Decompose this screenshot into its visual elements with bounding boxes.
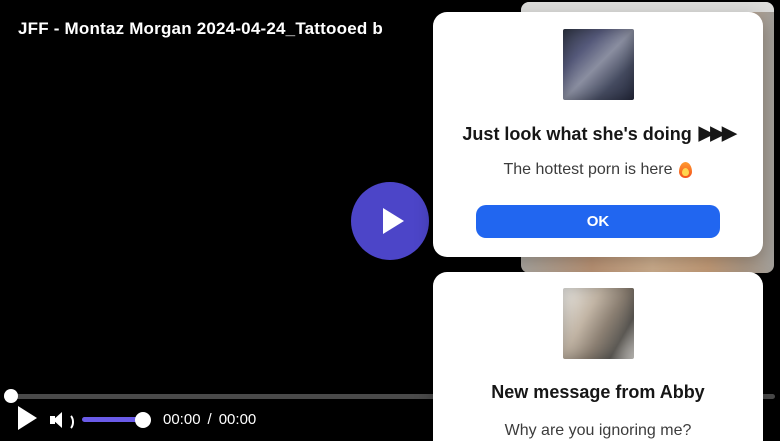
message-heading: New message from Abby: [491, 379, 704, 405]
play-icon: [383, 208, 404, 234]
time-display: 00:00 / 00:00: [163, 411, 256, 428]
fire-icon: [679, 162, 692, 178]
fast-forward-icon: ▶▶▶: [699, 122, 734, 146]
message-subtitle: Why are you ignoring me?: [505, 421, 692, 441]
offer-thumbnail-image: [563, 29, 634, 100]
offer-heading: Just look what she's doing ▶▶▶: [462, 122, 733, 146]
popup-message[interactable]: New message from Abby Why are you ignori…: [433, 272, 763, 441]
play-button[interactable]: [18, 406, 37, 430]
progress-thumb[interactable]: [4, 389, 18, 403]
popup-offer[interactable]: Just look what she's doing ▶▶▶ The hotte…: [433, 12, 763, 257]
ok-button[interactable]: OK: [476, 205, 720, 238]
background-ad-top-edge: [521, 2, 774, 12]
big-play-button[interactable]: [351, 182, 429, 260]
video-page: JFF - Montaz Morgan 2024-04-24_Tattooed …: [0, 0, 780, 441]
time-separator: /: [208, 411, 212, 428]
mute-button[interactable]: [50, 409, 72, 431]
duration: 00:00: [219, 411, 257, 428]
current-time: 00:00: [163, 411, 201, 428]
offer-subtitle: The hottest porn is here: [504, 160, 693, 180]
message-thumbnail-image: [563, 288, 634, 359]
volume-thumb[interactable]: [135, 412, 151, 428]
video-title: JFF - Montaz Morgan 2024-04-24_Tattooed …: [18, 19, 383, 39]
